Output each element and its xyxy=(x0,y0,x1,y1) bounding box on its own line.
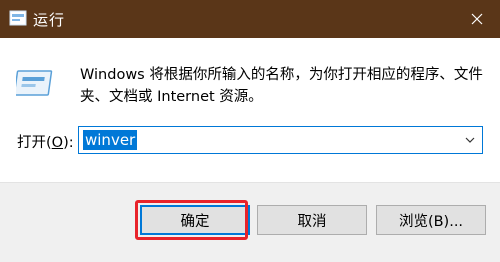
ok-button[interactable]: 确定 xyxy=(140,205,250,235)
cancel-button[interactable]: 取消 xyxy=(257,205,367,235)
close-button[interactable] xyxy=(454,0,500,38)
open-label-accesskey: O xyxy=(51,135,64,151)
window-title: 运行 xyxy=(33,11,66,29)
close-icon xyxy=(471,13,483,25)
dialog-content: Windows 将根据你所输入的名称，为你打开相应的程序、文件夹、文档或 Int… xyxy=(0,38,500,182)
run-dialog-icon xyxy=(16,70,53,96)
open-label-suffix: ): xyxy=(63,135,74,151)
browse-button[interactable]: 浏览(B)... xyxy=(376,205,486,235)
dialog-description: Windows 将根据你所输入的名称，为你打开相应的程序、文件夹、文档或 Int… xyxy=(80,67,483,105)
open-combobox[interactable]: winver xyxy=(78,126,483,154)
browse-button-label: 浏览(B)... xyxy=(398,213,464,230)
open-label: 打开(O): xyxy=(17,131,74,152)
run-app-icon xyxy=(9,10,27,26)
open-label-prefix: 打开( xyxy=(17,135,52,151)
open-input-value[interactable]: winver xyxy=(83,130,138,150)
dialog-footer: 确定 取消 浏览(B)... xyxy=(0,182,500,262)
title-bar: 运行 xyxy=(0,0,500,38)
chevron-down-icon[interactable] xyxy=(464,135,476,145)
